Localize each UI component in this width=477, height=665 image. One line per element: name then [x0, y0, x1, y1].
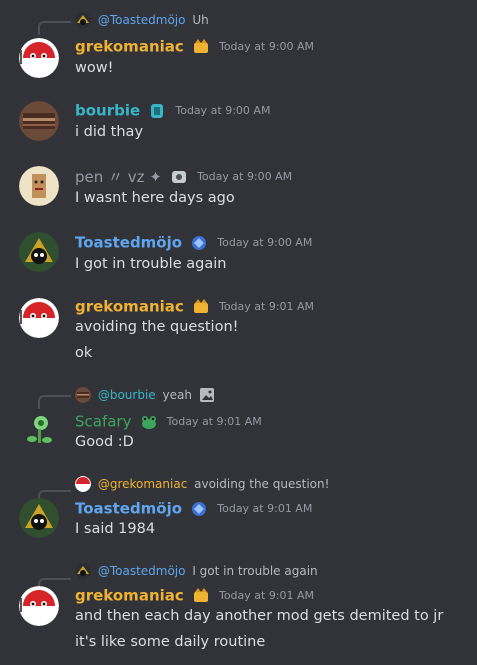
message-text: I got in trouble again — [75, 256, 227, 272]
crown-badge-icon — [192, 38, 210, 56]
author-name[interactable]: grekomaniac — [75, 38, 184, 56]
reply-spine — [38, 21, 71, 35]
avatar[interactable] — [19, 101, 59, 141]
message-header: grekomaniac Today at 9:01 AM — [75, 296, 314, 316]
message-header: Toastedmöjo Today at 9:00 AM — [75, 232, 312, 252]
author-name[interactable]: grekomaniac — [75, 298, 184, 316]
message-item: @grekomaniac avoiding the question! Toas… — [0, 466, 477, 554]
message-text: I wasnt here days ago — [75, 190, 235, 206]
avatar[interactable] — [19, 38, 59, 78]
message-text: I said 1984 — [75, 521, 156, 537]
author-name[interactable]: bourbie — [75, 102, 140, 120]
reply-preview[interactable]: @bourbie yeah — [75, 387, 214, 403]
message-item: Toastedmöjo Today at 9:00 AM I got in tr… — [0, 222, 477, 288]
reply-avatar-icon — [75, 387, 91, 403]
reply-preview[interactable]: @Toastedmöjo I got in trouble again — [75, 563, 318, 579]
reply-author-name[interactable]: @Toastedmöjo — [98, 13, 186, 27]
avatar[interactable] — [19, 232, 59, 272]
reply-author-name[interactable]: @grekomaniac — [98, 477, 187, 491]
timestamp: Today at 9:01 AM — [217, 502, 313, 515]
timestamp: Today at 9:01 AM — [218, 589, 315, 602]
timestamp: Today at 9:01 AM — [166, 415, 262, 428]
author-name[interactable]: pen 〃 vz ✦ — [75, 168, 162, 186]
reply-avatar-icon — [75, 476, 91, 492]
frog-badge-icon — [140, 413, 158, 431]
avatar[interactable] — [19, 298, 59, 338]
avatar[interactable] — [19, 586, 59, 626]
author-name[interactable]: Scafary — [75, 413, 131, 431]
message-header: grekomaniac Today at 9:01 AM — [75, 585, 314, 605]
guild-badge-icon — [190, 234, 208, 252]
timestamp: Today at 9:01 AM — [218, 300, 315, 313]
reply-text: Uh — [192, 13, 209, 27]
timestamp: Today at 9:00 AM — [218, 40, 315, 53]
reply-author-name[interactable]: @bourbie — [98, 388, 156, 402]
message-text: it's like some daily routine — [75, 634, 266, 650]
reply-preview[interactable]: @grekomaniac avoiding the question! — [75, 476, 329, 492]
message-item: bourbie Today at 9:00 AM i did thay — [0, 90, 477, 156]
reply-text: I got in trouble again — [192, 564, 318, 578]
guild-badge-icon — [170, 168, 188, 186]
reply-avatar-icon — [75, 563, 91, 579]
author-name[interactable]: Toastedmöjo — [75, 500, 182, 518]
reply-spine — [38, 395, 71, 409]
message-text: avoiding the question! — [75, 319, 239, 335]
crown-badge-icon — [192, 587, 210, 605]
message-item: @Toastedmöjo Uh grekomaniac Today at 9:0… — [0, 0, 477, 90]
timestamp: Today at 9:00 AM — [175, 104, 271, 117]
message-text: Good :D — [75, 434, 134, 450]
timestamp: Today at 9:00 AM — [197, 170, 293, 183]
message-text: wow! — [75, 60, 114, 76]
avatar[interactable] — [19, 166, 59, 206]
avatar[interactable] — [19, 498, 59, 538]
author-name[interactable]: Toastedmöjo — [75, 234, 182, 252]
reply-preview[interactable]: @Toastedmöjo Uh — [75, 12, 209, 28]
reply-text: yeah — [162, 388, 192, 402]
guild-badge-icon — [190, 500, 208, 518]
avatar[interactable] — [19, 409, 59, 449]
reply-avatar-icon — [75, 12, 91, 28]
message-header: grekomaniac Today at 9:00 AM — [75, 36, 314, 56]
message-item: pen 〃 vz ✦ Today at 9:00 AM I wasnt here… — [0, 156, 477, 222]
guild-badge-icon — [148, 102, 166, 120]
message-header: Toastedmöjo Today at 9:01 AM — [75, 498, 312, 518]
author-name[interactable]: grekomaniac — [75, 587, 184, 605]
message-item: grekomaniac Today at 9:01 AM avoiding th… — [0, 288, 477, 376]
message-item: @Toastedmöjo I got in trouble again grek… — [0, 554, 477, 665]
timestamp: Today at 9:00 AM — [217, 236, 313, 249]
reply-author-name[interactable]: @Toastedmöjo — [98, 564, 186, 578]
crown-badge-icon — [192, 298, 210, 316]
message-text: ok — [75, 345, 93, 361]
message-header: bourbie Today at 9:00 AM — [75, 100, 270, 120]
message-header: pen 〃 vz ✦ Today at 9:00 AM — [75, 166, 292, 186]
message-text: and then each day another mod gets demit… — [75, 608, 444, 624]
message-item: @bourbie yeah Scafary Today at 9:01 AM G… — [0, 376, 477, 466]
reply-text: avoiding the question! — [194, 477, 330, 491]
message-header: Scafary Today at 9:01 AM — [75, 411, 262, 431]
message-text: i did thay — [75, 124, 144, 140]
image-icon — [199, 388, 214, 402]
